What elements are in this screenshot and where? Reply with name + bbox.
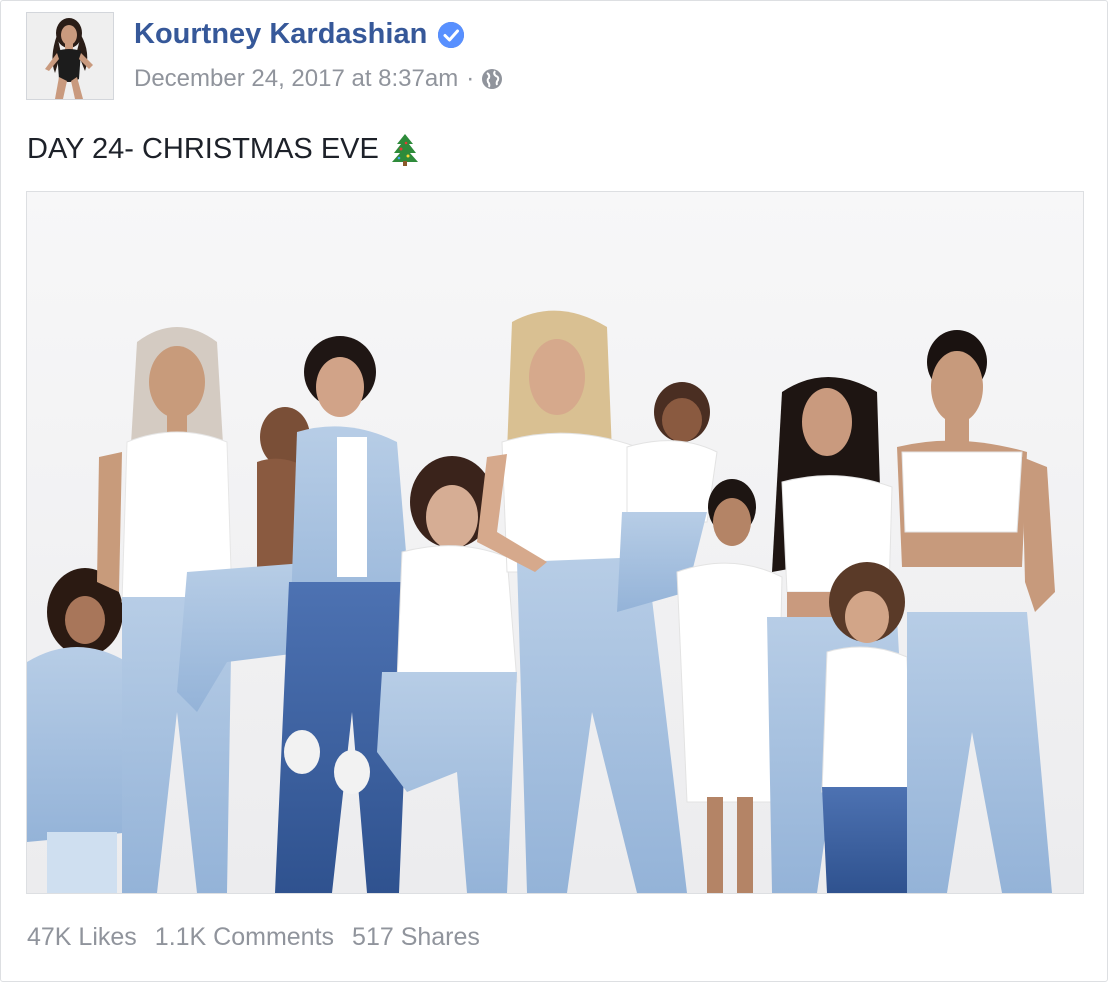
shares-count[interactable]: 517 Shares [352, 923, 480, 952]
caption-text: DAY 24- CHRISTMAS EVE [27, 132, 379, 165]
comments-count[interactable]: 1.1K Comments [155, 923, 334, 952]
profile-avatar[interactable] [26, 12, 114, 100]
author-name-link[interactable]: Kourtney Kardashian [134, 18, 465, 51]
post-caption: DAY 24- CHRISTMAS EVE [27, 132, 419, 166]
globe-icon[interactable] [480, 67, 504, 91]
avatar-image [27, 13, 113, 99]
verified-badge-icon [437, 21, 465, 49]
post-timestamp[interactable]: December 24, 2017 at 8:37am [134, 65, 458, 93]
meta-separator: · [466, 65, 475, 92]
christmas-tree-icon [391, 132, 419, 166]
family-photo-image [27, 192, 1083, 893]
post-meta: December 24, 2017 at 8:37am · [134, 65, 504, 93]
engagement-stats: 47K Likes 1.1K Comments 517 Shares [27, 923, 498, 952]
likes-count[interactable]: 47K Likes [27, 923, 137, 952]
post-photo[interactable] [26, 191, 1084, 894]
author-name[interactable]: Kourtney Kardashian [134, 18, 427, 51]
post-card: Kourtney Kardashian December 24, 2017 at… [0, 0, 1108, 982]
